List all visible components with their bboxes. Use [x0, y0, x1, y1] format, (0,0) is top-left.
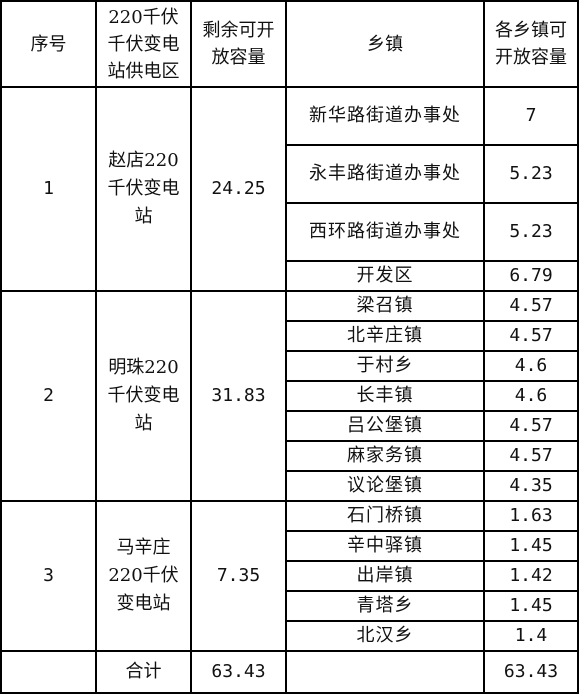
- group-substation: 赵店220 千伏变电 站: [95, 86, 192, 292]
- group-substation: 明珠220 千伏变电 站: [95, 290, 192, 502]
- header-town-capacity: 各乡镇可 开放容量: [483, 0, 579, 88]
- header-row: 序号 220千伏 千伏变电 站供电区 剩余可开 放容量 乡镇 各乡镇可 开放容量: [0, 0, 579, 88]
- total-row: 合计 63.43 63.43: [0, 650, 579, 694]
- group-remaining-capacity: 31.83: [190, 290, 287, 502]
- town-name: 永丰路街道办事处: [285, 144, 485, 204]
- group-remaining-capacity: 24.25: [190, 86, 287, 292]
- town-name: 长丰镇: [285, 380, 485, 412]
- town-name: 辛中驿镇: [285, 530, 485, 562]
- total-index-cell: [0, 650, 97, 694]
- town-capacity: 1.45: [483, 590, 579, 622]
- town-capacity: 1.63: [483, 500, 579, 532]
- town-name: 石门桥镇: [285, 500, 485, 532]
- town-capacity: 4.35: [483, 470, 579, 502]
- header-substation: 220千伏 千伏变电 站供电区: [95, 0, 192, 88]
- header-town: 乡镇: [285, 0, 485, 88]
- total-town-capacity: 63.43: [483, 650, 579, 694]
- group-index: 2: [0, 290, 97, 502]
- town-name: 吕公堡镇: [285, 410, 485, 442]
- table-row: 2 明珠220 千伏变电 站 31.83 梁召镇 4.57: [0, 290, 579, 502]
- town-name: 新华路街道办事处: [285, 86, 485, 146]
- town-name: 议论堡镇: [285, 470, 485, 502]
- town-name: 出岸镇: [285, 560, 485, 592]
- town-capacity: 6.79: [483, 260, 579, 292]
- table-row: 3 马辛庄 220千伏 变电站 7.35 石门桥镇 1.63: [0, 500, 579, 652]
- group-index: 3: [0, 500, 97, 652]
- group-substation: 马辛庄 220千伏 变电站: [95, 500, 192, 652]
- table-row: 1 赵店220 千伏变电 站 24.25 新华路街道办事处 7: [0, 86, 579, 292]
- town-name: 麻家务镇: [285, 440, 485, 472]
- group-remaining-capacity: 7.35: [190, 500, 287, 652]
- town-capacity: 5.23: [483, 202, 579, 262]
- total-remaining-capacity: 63.43: [190, 650, 287, 694]
- town-capacity: 4.57: [483, 410, 579, 442]
- town-capacity: 1.4: [483, 620, 579, 652]
- town-name: 于村乡: [285, 350, 485, 382]
- town-capacity: 4.57: [483, 290, 579, 322]
- capacity-table: 序号 220千伏 千伏变电 站供电区 剩余可开 放容量 乡镇 各乡镇可 开放容量…: [0, 0, 579, 694]
- town-capacity: 4.57: [483, 320, 579, 352]
- town-name: 北辛庄镇: [285, 320, 485, 352]
- town-capacity: 1.45: [483, 530, 579, 562]
- town-name: 西环路街道办事处: [285, 202, 485, 262]
- town-capacity: 5.23: [483, 144, 579, 204]
- town-capacity: 4.6: [483, 380, 579, 412]
- header-index: 序号: [0, 0, 97, 88]
- town-capacity: 4.57: [483, 440, 579, 472]
- town-name: 梁召镇: [285, 290, 485, 322]
- town-name: 北汉乡: [285, 620, 485, 652]
- town-capacity: 7: [483, 86, 579, 146]
- town-capacity: 1.42: [483, 560, 579, 592]
- group-index: 1: [0, 86, 97, 292]
- town-name: 青塔乡: [285, 590, 485, 622]
- town-name: 开发区: [285, 260, 485, 292]
- total-town-cell: [285, 650, 485, 694]
- total-label: 合计: [95, 650, 192, 694]
- town-capacity: 4.6: [483, 350, 579, 382]
- header-remaining-capacity: 剩余可开 放容量: [190, 0, 287, 88]
